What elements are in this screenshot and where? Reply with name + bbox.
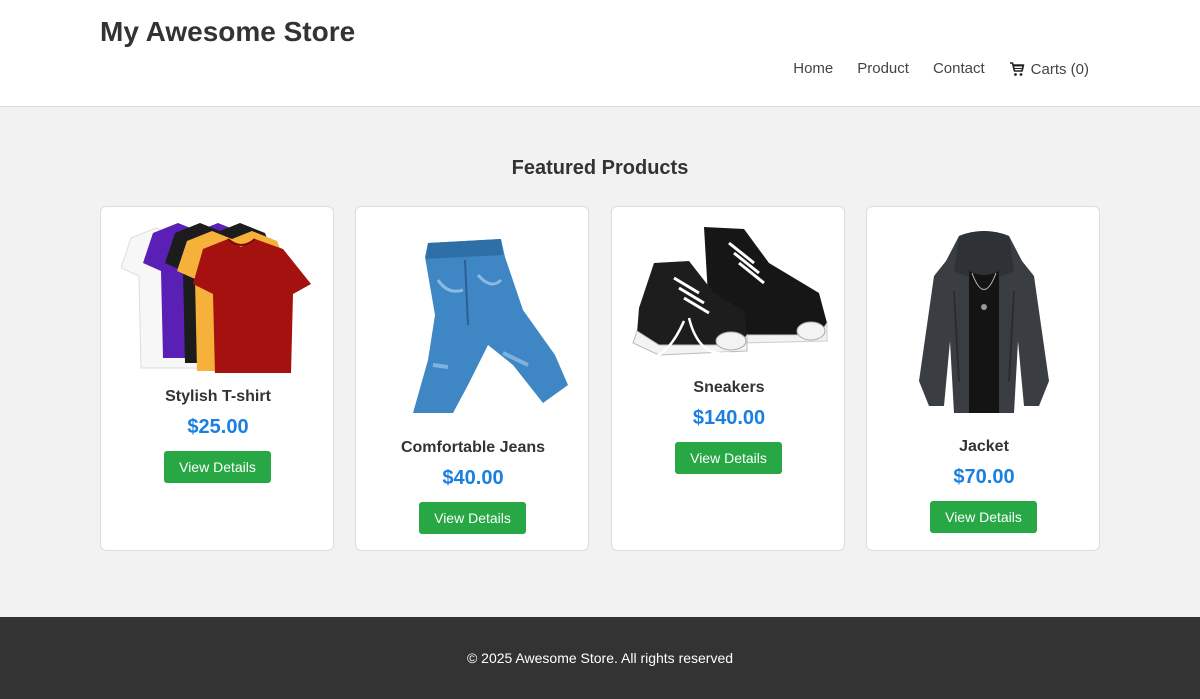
product-image — [356, 235, 590, 421]
sneakers-image — [632, 227, 828, 361]
site-header: My Awesome Store Home Product Contact Ca… — [0, 0, 1200, 107]
product-price: $25.00 — [187, 416, 249, 438]
site-footer: © 2025 Awesome Store. All rights reserve… — [0, 617, 1200, 699]
jacket-image — [919, 231, 1049, 413]
nav-product[interactable]: Product — [857, 60, 909, 77]
nav-home[interactable]: Home — [793, 60, 833, 77]
product-card: Comfortable Jeans $40.00 View Details — [355, 206, 589, 551]
section-title: Featured Products — [511, 157, 689, 179]
product-image — [101, 223, 335, 373]
view-details-button[interactable]: View Details — [164, 451, 271, 483]
jeans-image — [373, 235, 573, 421]
nav-cart[interactable]: Carts (0) — [1009, 61, 1089, 78]
product-name: Comfortable Jeans — [400, 439, 546, 456]
nav-contact[interactable]: Contact — [933, 60, 985, 77]
cart-icon — [1009, 62, 1024, 76]
product-image — [612, 223, 846, 365]
product-image — [867, 231, 1101, 416]
product-card: Sneakers $140.00 View Details — [611, 206, 845, 551]
product-price: $140.00 — [692, 407, 766, 429]
product-card: Stylish T-shirt $25.00 View Details — [100, 206, 334, 551]
product-price: $70.00 — [953, 466, 1015, 488]
product-price: $40.00 — [442, 467, 504, 489]
view-details-button[interactable]: View Details — [419, 502, 526, 534]
store-logo[interactable]: My Awesome Store — [100, 16, 355, 48]
product-name: Stylish T-shirt — [165, 388, 271, 405]
product-card: Jacket $70.00 View Details — [866, 206, 1100, 551]
product-name: Jacket — [959, 438, 1009, 455]
main-nav: Home Product Contact Carts (0) — [793, 58, 1089, 79]
view-details-button[interactable]: View Details — [675, 442, 782, 474]
product-name: Sneakers — [693, 379, 765, 396]
tshirt-image — [120, 223, 311, 373]
view-details-button[interactable]: View Details — [930, 501, 1037, 533]
cart-label: Carts (0) — [1030, 61, 1089, 78]
copyright-text: © 2025 Awesome Store. All rights reserve… — [466, 650, 734, 666]
